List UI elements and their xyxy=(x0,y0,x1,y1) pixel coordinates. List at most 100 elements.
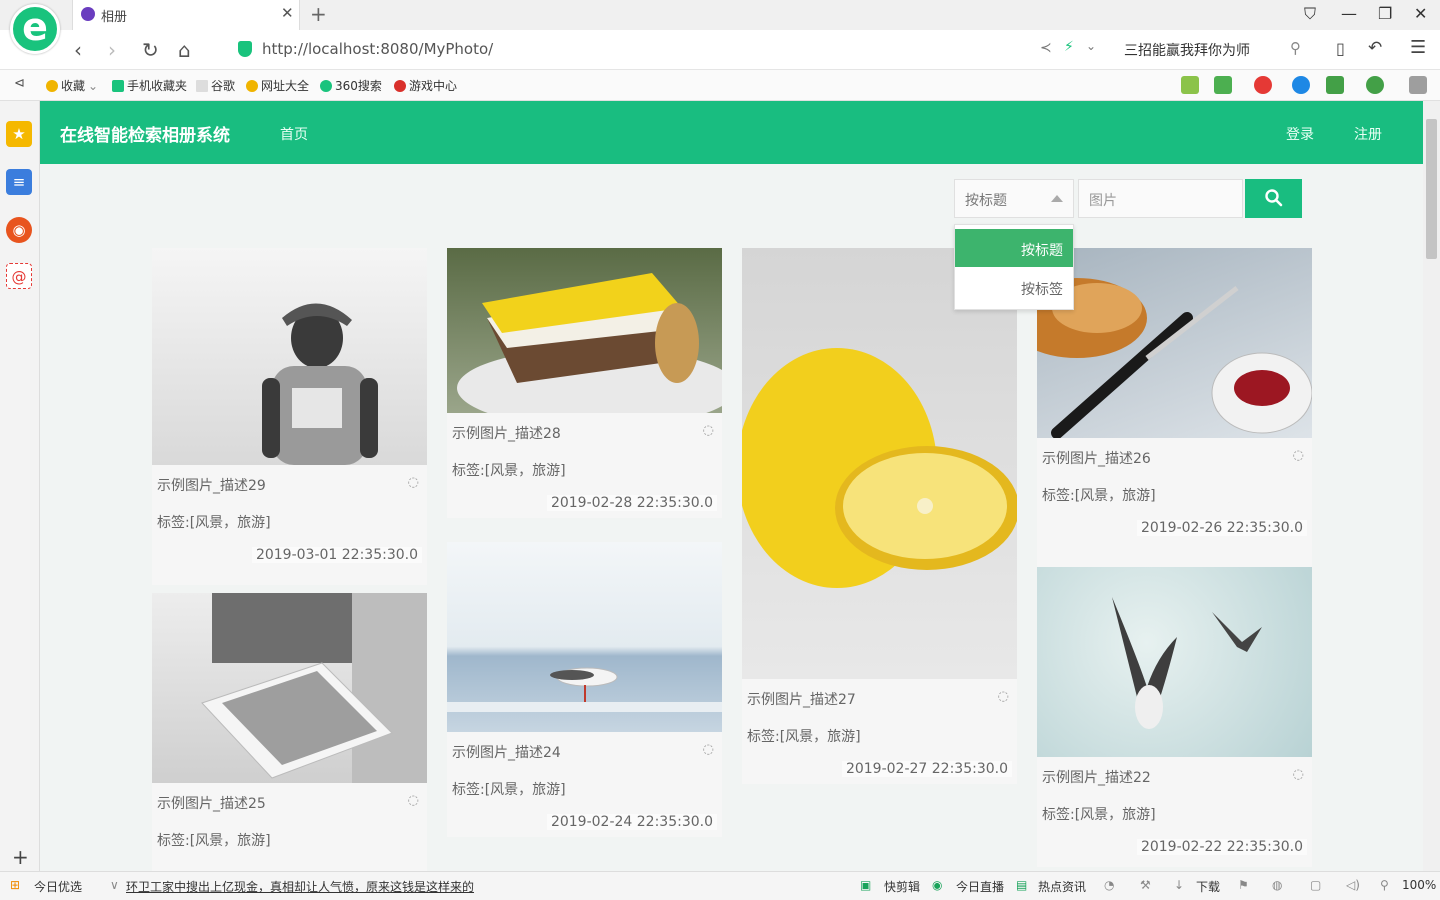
home-icon[interactable]: ⌂ xyxy=(178,38,191,62)
photo-image[interactable] xyxy=(447,542,722,732)
video-edit-icon: ▣ xyxy=(860,878,872,892)
clean-icon[interactable]: ◍ xyxy=(1272,878,1282,892)
photo-description: 示例图片_描述22 xyxy=(1042,770,1151,786)
comment-icon[interactable]: ◌ xyxy=(408,793,419,808)
photo-image[interactable] xyxy=(1037,567,1312,757)
flag-icon[interactable]: ⚑ xyxy=(1238,878,1249,892)
card-info: 示例图片_描述28 ◌ 标签:[风景，旅游] 2019-02-28 22:35:… xyxy=(447,413,722,518)
news-ticker-link[interactable]: 环卫工家中搜出上亿现金，真相却让人气愤，原来这钱是这样来的 xyxy=(126,878,474,895)
photo-card[interactable]: 示例图片_描述27 ◌ 标签:[风景，旅游] 2019-02-27 22:35:… xyxy=(742,248,1017,784)
search-button[interactable] xyxy=(1245,179,1302,218)
option-by-tag[interactable]: 按标签 xyxy=(955,268,1073,306)
search-mode-select[interactable]: 按标题 xyxy=(954,179,1074,218)
photo-description: 示例图片_描述26 xyxy=(1042,451,1151,467)
photo-image[interactable] xyxy=(152,593,427,783)
photo-description: 示例图片_描述24 xyxy=(452,745,561,761)
bookmark-google[interactable]: 谷歌 xyxy=(196,77,235,94)
speed-icon[interactable]: ◔ xyxy=(1104,878,1114,892)
photo-date: 2019-02-26 22:35:30.0 xyxy=(1136,520,1307,536)
photo-card[interactable]: 示例图片_描述26 ◌ 标签:[风景，旅游] 2019-02-26 22:35:… xyxy=(1037,248,1312,568)
weibo-icon[interactable]: ◉ xyxy=(6,217,32,243)
photo-card[interactable]: 示例图片_描述29 ◌ 标签:[风景，旅游] 2019-03-01 22:35:… xyxy=(152,248,427,585)
photo-tags: 标签:[风景，旅游] xyxy=(452,782,566,798)
comment-icon[interactable]: ◌ xyxy=(1293,448,1304,463)
share-icon[interactable]: ≺ xyxy=(1040,40,1052,56)
favorites-star-icon[interactable]: ★ xyxy=(6,121,32,147)
gamepad-icon[interactable] xyxy=(1326,76,1344,94)
photo-card[interactable]: 示例图片_描述24 ◌ 标签:[风景，旅游] 2019-02-24 22:35:… xyxy=(447,542,722,837)
tool-icon[interactable]: ⚒ xyxy=(1140,878,1151,892)
mobile-icon[interactable]: ▯ xyxy=(1336,39,1345,58)
option-by-title[interactable]: 按标题 xyxy=(955,229,1073,267)
comment-icon[interactable]: ◌ xyxy=(998,689,1009,704)
download-icon: ↓ xyxy=(1174,878,1185,892)
comment-icon[interactable]: ◌ xyxy=(703,742,714,757)
bookmark-360[interactable]: 360搜索 xyxy=(320,77,382,94)
skin-icon[interactable]: ⛉ xyxy=(1304,4,1316,24)
nav-register-link[interactable]: 注册 xyxy=(1354,124,1382,144)
search-suggestion[interactable]: 三招能赢我拜你为师 xyxy=(1124,40,1250,60)
forward-icon[interactable]: › xyxy=(108,38,116,62)
page-scrollbar[interactable] xyxy=(1423,101,1440,871)
bookmark-mobile[interactable]: 手机收藏夹 xyxy=(112,77,187,94)
bookmark-games[interactable]: 游戏中心 xyxy=(394,77,457,94)
photo-image[interactable] xyxy=(1037,248,1312,438)
comment-icon[interactable]: ◌ xyxy=(408,475,419,490)
photo-image[interactable] xyxy=(447,248,722,413)
photo-card[interactable]: 示例图片_描述28 ◌ 标签:[风景，旅游] 2019-02-28 22:35:… xyxy=(447,248,722,518)
translate-icon[interactable] xyxy=(1214,76,1232,94)
search-input[interactable]: 图片 xyxy=(1078,179,1243,218)
card-info: 示例图片_描述24 ◌ 标签:[风景，旅游] 2019-02-24 22:35:… xyxy=(447,732,722,837)
chevron-down-icon[interactable]: ⌄ xyxy=(1086,39,1096,53)
site-title[interactable]: 在线智能检索相册系统 xyxy=(60,121,230,146)
star-icon xyxy=(46,79,58,92)
security-shield-icon[interactable] xyxy=(238,41,252,57)
lightning-icon[interactable]: ⚡ xyxy=(1064,39,1074,55)
menu-icon[interactable]: ☰ xyxy=(1410,37,1426,58)
back-icon[interactable]: ‹ xyxy=(74,38,82,62)
apps-icon[interactable] xyxy=(1409,76,1427,94)
quick-edit-link[interactable]: 快剪辑 xyxy=(884,878,920,895)
photo-image[interactable] xyxy=(152,248,427,465)
browser-sidebar: ★ ≡ ◉ @ + xyxy=(0,101,40,871)
photo-card[interactable]: 示例图片_描述22 ◌ 标签:[风景，旅游] 2019-02-22 22:35:… xyxy=(1037,567,1312,867)
download-link[interactable]: 下载 xyxy=(1196,878,1220,895)
nav-home-link[interactable]: 首页 xyxy=(280,124,308,144)
email-icon[interactable]: @ xyxy=(6,263,32,289)
zoom-icon[interactable]: ⚲ xyxy=(1380,878,1389,892)
tab-close-icon[interactable]: ✕ xyxy=(281,4,294,22)
new-tab-icon[interactable]: + xyxy=(310,2,327,26)
comment-icon[interactable]: ◌ xyxy=(703,423,714,438)
window-icon[interactable]: ▢ xyxy=(1310,878,1321,892)
bookmark-favorites[interactable]: 收藏 ⌄ xyxy=(46,77,98,94)
restore-icon[interactable]: ❐ xyxy=(1378,4,1392,23)
scrollbar-thumb[interactable] xyxy=(1426,119,1437,259)
notes-icon[interactable]: ≡ xyxy=(6,169,32,195)
card-info: 示例图片_描述29 ◌ 标签:[风景，旅游] 2019-03-01 22:35:… xyxy=(152,465,427,585)
close-window-icon[interactable]: ✕ xyxy=(1414,4,1427,23)
magnifier-icon[interactable] xyxy=(1292,76,1310,94)
shield-green-icon[interactable] xyxy=(1366,76,1384,94)
undo-icon[interactable]: ↶ xyxy=(1368,38,1382,58)
page-icon xyxy=(196,79,208,92)
minimize-icon[interactable]: — xyxy=(1341,4,1357,23)
sidebar-toggle-icon[interactable]: ⊲ xyxy=(14,76,25,91)
today-picks-link[interactable]: 今日优选 xyxy=(34,878,82,895)
photo-image[interactable] xyxy=(742,248,1017,679)
volume-icon[interactable]: ◁) xyxy=(1346,878,1360,892)
browser-tab[interactable]: 相册 ✕ xyxy=(72,0,300,30)
hot-news-link[interactable]: 热点资讯 xyxy=(1038,878,1086,895)
comment-icon[interactable]: ◌ xyxy=(1293,767,1304,782)
live-link[interactable]: 今日直播 xyxy=(956,878,1004,895)
browser-logo-icon: e xyxy=(10,4,60,54)
reader-icon[interactable] xyxy=(1181,76,1199,94)
search-icon[interactable]: ⚲ xyxy=(1290,39,1301,57)
photo-card[interactable]: 示例图片_描述25 ◌ 标签:[风景，旅游] xyxy=(152,593,427,871)
url-field[interactable]: http://localhost:8080/MyPhoto/ xyxy=(262,40,493,58)
refresh-icon[interactable]: ↻ xyxy=(142,38,159,62)
add-icon[interactable]: + xyxy=(12,845,29,869)
zoom-level[interactable]: 100% xyxy=(1402,878,1436,892)
scissors-icon[interactable] xyxy=(1254,76,1272,94)
bookmark-sites[interactable]: 网址大全 xyxy=(246,77,309,94)
nav-login-link[interactable]: 登录 xyxy=(1286,124,1314,144)
